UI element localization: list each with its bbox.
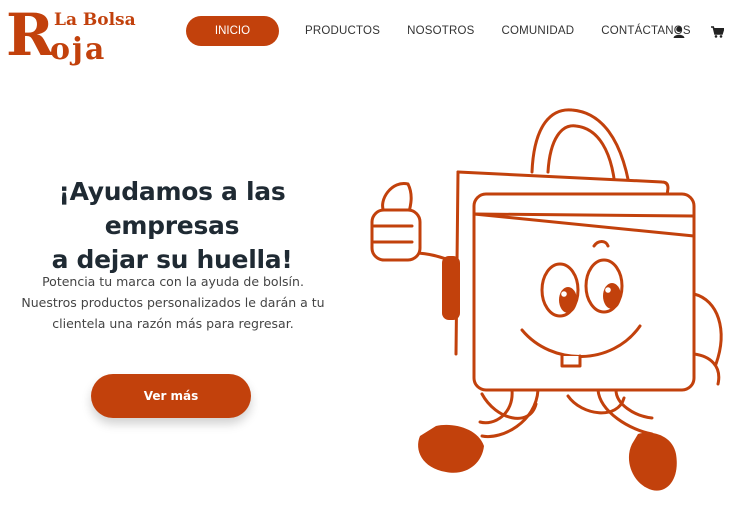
hero-description: Potencia tu marca con la ayuda de bolsín… [21,274,325,331]
hero-title: ¡Ayudamos a las empresas a dejar su huel… [14,175,330,277]
nav-comunidad[interactable]: COMUNIDAD [502,25,575,37]
hero-title-line1: ¡Ayudamos a las empresas [58,177,286,240]
logo-letter: R [6,1,55,69]
logo-top-line: La Bolsa [54,10,136,30]
nav-nosotros[interactable]: NOSOTROS [407,25,474,37]
bag-mascot-illustration [370,108,723,491]
user-icon[interactable] [672,25,686,39]
brand-logo[interactable]: R La Bolsa oja [6,1,136,69]
nav-inicio[interactable]: INICIO [186,16,279,46]
nav-productos[interactable]: PRODUCTOS [305,25,380,37]
logo-bottom-line: oja [50,32,107,67]
ver-mas-button[interactable]: Ver más [91,374,251,418]
hero-title-line2: a dejar su huella! [51,245,293,274]
cart-icon[interactable] [710,25,724,39]
main-nav: INICIO PRODUCTOS NOSOTROS COMUNIDAD CONT… [186,16,718,46]
